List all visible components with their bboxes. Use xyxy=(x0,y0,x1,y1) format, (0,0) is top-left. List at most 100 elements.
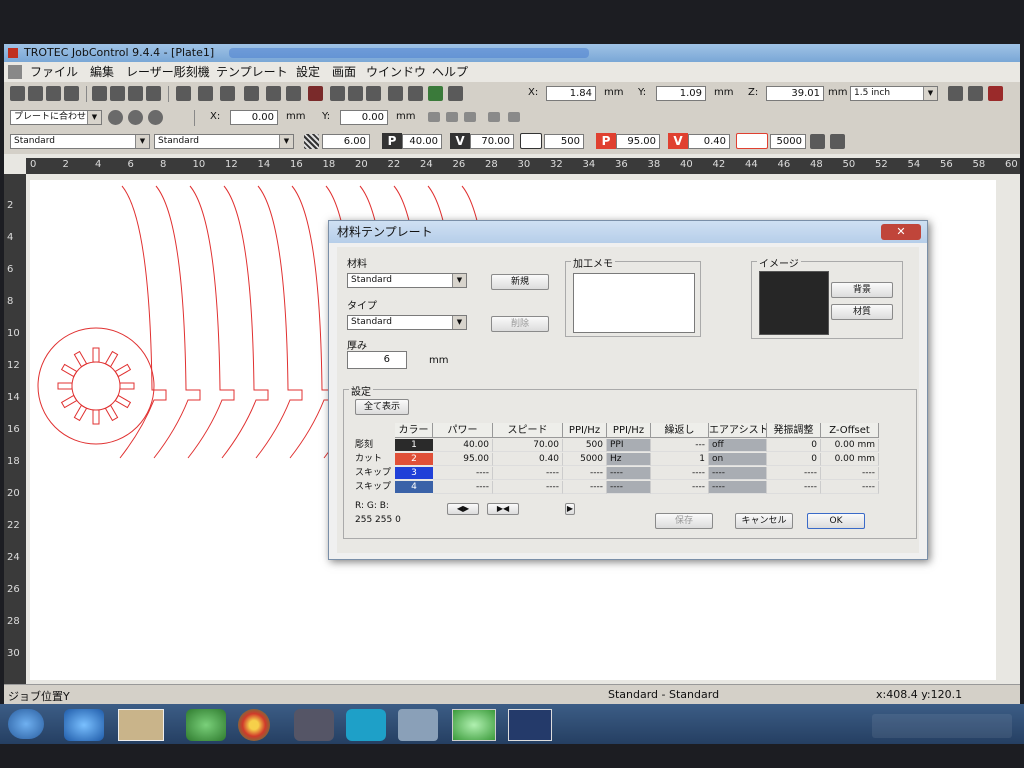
jobcontrol-task-icon[interactable] xyxy=(508,709,552,741)
settings-icon[interactable] xyxy=(348,86,363,101)
print-icon[interactable] xyxy=(64,86,79,101)
queue-icon[interactable] xyxy=(366,86,381,101)
app-green2-icon[interactable] xyxy=(452,709,496,741)
import-icon[interactable] xyxy=(92,86,107,101)
cell-power[interactable]: 95.00 xyxy=(433,453,493,466)
engrave-power-field[interactable]: 40.00 xyxy=(402,134,442,149)
close-button[interactable]: ✕ xyxy=(881,224,921,240)
measure-icon[interactable] xyxy=(244,86,259,101)
connect-icon[interactable] xyxy=(408,86,423,101)
menu-template[interactable]: テンプレート xyxy=(216,62,288,82)
save-icon[interactable] xyxy=(28,86,43,101)
cell-osc[interactable]: 0 xyxy=(767,453,821,466)
cell-mode[interactable]: PPI xyxy=(607,439,651,452)
row-process-name[interactable]: スキップ xyxy=(355,481,395,494)
laser-icon[interactable] xyxy=(330,86,345,101)
cell-repeat[interactable]: --- xyxy=(651,439,709,452)
cut-icon[interactable] xyxy=(266,86,281,101)
scroll-right-button[interactable]: ▶◀ xyxy=(487,503,519,515)
save-button[interactable]: 保存 xyxy=(655,513,713,529)
menu-help[interactable]: ヘルプ xyxy=(432,62,468,82)
menu-file[interactable]: ファイル xyxy=(30,62,78,82)
ok-button[interactable]: OK xyxy=(807,513,865,529)
cell-speed[interactable]: ---- xyxy=(493,481,563,494)
color-swatch[interactable]: 4 xyxy=(395,481,433,493)
cell-zoff[interactable]: ---- xyxy=(821,481,879,494)
cell-repeat[interactable]: ---- xyxy=(651,467,709,480)
export-icon[interactable] xyxy=(110,86,125,101)
cut-speed-field[interactable]: 0.40 xyxy=(688,134,730,149)
column-header[interactable]: PPI/Hz xyxy=(607,423,651,438)
type-select[interactable]: Standard ▼ xyxy=(154,134,294,149)
document-icon[interactable] xyxy=(8,65,22,79)
align-top-icon[interactable] xyxy=(488,112,500,122)
mirror-icon[interactable] xyxy=(220,86,235,101)
internet-explorer-icon[interactable] xyxy=(64,709,104,741)
show-all-button[interactable]: 全て表示 xyxy=(355,399,409,415)
color-swatch[interactable]: 1 xyxy=(395,439,433,451)
y-position-field[interactable]: 1.09 xyxy=(656,86,706,101)
dialog-type-select[interactable]: Standard ▼ xyxy=(347,315,467,330)
thickness-spinner[interactable]: 6 xyxy=(347,351,407,369)
align-center-icon[interactable] xyxy=(446,112,458,122)
cell-repeat[interactable]: 1 xyxy=(651,453,709,466)
cell-power[interactable]: ---- xyxy=(433,467,493,480)
material-button[interactable]: 材質 xyxy=(831,304,893,320)
save-material-icon[interactable] xyxy=(830,134,845,149)
cut-power-field[interactable]: 95.00 xyxy=(616,134,660,149)
align-right-icon[interactable] xyxy=(464,112,476,122)
color-swatch[interactable]: 3 xyxy=(395,467,433,479)
column-header[interactable]: エアアシスト xyxy=(709,423,767,438)
column-header[interactable]: 繰返し xyxy=(651,423,709,438)
menu-window[interactable]: ウインドウ xyxy=(366,62,426,82)
column-header[interactable]: 発振調整 xyxy=(767,423,821,438)
app-blue-icon[interactable] xyxy=(346,709,386,741)
cell-mode[interactable]: Hz xyxy=(607,453,651,466)
cell-air[interactable]: ---- xyxy=(709,467,767,480)
row-process-name[interactable]: 彫刻 xyxy=(355,439,395,452)
cell-osc[interactable]: ---- xyxy=(767,467,821,480)
app-dark-icon[interactable] xyxy=(294,709,334,741)
cell-osc[interactable]: 0 xyxy=(767,439,821,452)
cell-freq[interactable]: 5000 xyxy=(563,453,607,466)
cell-power[interactable]: ---- xyxy=(433,481,493,494)
cell-mode[interactable]: ---- xyxy=(607,481,651,494)
offset-x-field[interactable]: 0.00 xyxy=(230,110,278,125)
background-button[interactable]: 背景 xyxy=(831,282,893,298)
globe-icon[interactable] xyxy=(428,86,443,101)
delete-button[interactable]: 削除 xyxy=(491,316,549,332)
cell-air[interactable]: ---- xyxy=(709,481,767,494)
explorer-icon[interactable] xyxy=(118,709,164,741)
app-window-icon[interactable] xyxy=(398,709,438,741)
align-bottom-icon[interactable] xyxy=(508,112,520,122)
add-job-icon[interactable] xyxy=(176,86,191,101)
zoom-in-icon[interactable] xyxy=(108,110,123,125)
refresh-icon[interactable] xyxy=(810,134,825,149)
scroll-end-button[interactable]: ▶ xyxy=(565,503,575,515)
cell-zoff[interactable]: 0.00 mm xyxy=(821,439,879,452)
cut-frequency-field[interactable]: 5000 xyxy=(770,134,806,149)
cell-speed[interactable]: ---- xyxy=(493,467,563,480)
align-left-icon[interactable] xyxy=(428,112,440,122)
start-button[interactable] xyxy=(8,709,44,739)
delete-icon[interactable] xyxy=(286,86,301,101)
dialog-material-select[interactable]: Standard ▼ xyxy=(347,273,467,288)
cell-speed[interactable]: 0.40 xyxy=(493,453,563,466)
row-process-name[interactable]: カット xyxy=(355,453,395,466)
open-icon[interactable] xyxy=(46,86,61,101)
zoom-select[interactable]: プレートに合わせ ▼ xyxy=(10,110,102,125)
cell-air[interactable]: off xyxy=(709,439,767,452)
new-icon[interactable] xyxy=(10,86,25,101)
column-header[interactable]: パワー xyxy=(433,423,493,438)
column-header[interactable]: PPI/Hz xyxy=(563,423,607,438)
row-process-name[interactable]: スキップ xyxy=(355,467,395,480)
copy-icon[interactable] xyxy=(128,86,143,101)
paste-icon[interactable] xyxy=(146,86,161,101)
cell-mode[interactable]: ---- xyxy=(607,467,651,480)
cell-zoff[interactable]: ---- xyxy=(821,467,879,480)
zoom-out-icon[interactable] xyxy=(128,110,143,125)
engrave-speed-field[interactable]: 70.00 xyxy=(470,134,514,149)
cell-osc[interactable]: ---- xyxy=(767,481,821,494)
app-green-icon[interactable] xyxy=(186,709,226,741)
process-icon[interactable] xyxy=(968,86,983,101)
